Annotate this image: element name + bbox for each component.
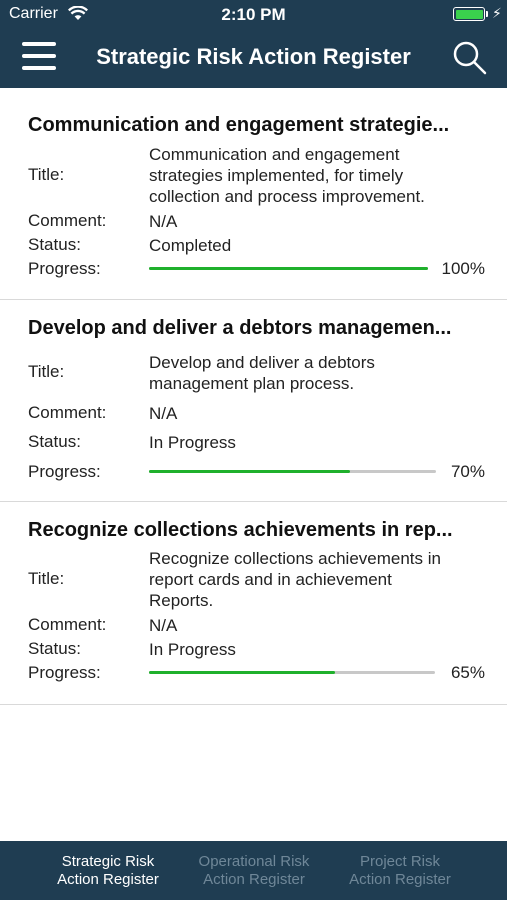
title-line: Reports. (149, 591, 214, 610)
action-card[interactable]: Communication and engagement strategie..… (0, 88, 507, 300)
status-value: In Progress (149, 640, 236, 659)
comment-value: N/A (149, 404, 178, 423)
battery-icon (453, 7, 485, 21)
tab-project-risk[interactable]: Project Risk Action Register (325, 841, 475, 900)
title-line: collection and process improvement. (149, 187, 425, 206)
title-line: management plan process. (149, 374, 355, 393)
charging-bolt-icon: ⚡ (492, 5, 502, 21)
status-value: In Progress (149, 433, 236, 452)
title-label: Title: (28, 362, 65, 381)
progress-percent: 70% (450, 462, 485, 481)
title-value: Develop and deliver a debtors management… (149, 352, 489, 394)
status-label: Status: (28, 235, 81, 254)
title-line: Communication and engagement (149, 145, 400, 164)
progress-bar (149, 671, 435, 674)
status-bar: Carrier 2:10 PM ⚡ (0, 0, 507, 30)
progress-bar (149, 470, 436, 473)
action-card[interactable]: Develop and deliver a debtors managemen.… (0, 300, 507, 502)
top-bar: Carrier 2:10 PM ⚡ Strategic Risk Action … (0, 0, 507, 88)
action-card[interactable]: Recognize collections achievements in re… (0, 502, 507, 705)
title-label: Title: (28, 569, 65, 588)
nav-bar: Strategic Risk Action Register (0, 30, 507, 88)
progress-bar-fill (149, 267, 428, 270)
title-line: Develop and deliver a debtors (149, 353, 375, 372)
progress-bar-fill (149, 470, 350, 473)
progress-label: Progress: (28, 259, 101, 278)
card-heading: Communication and engagement strategie..… (28, 114, 450, 136)
comment-label: Comment: (28, 403, 107, 422)
title-line: strategies implemented, for timely (149, 166, 404, 185)
progress-label: Progress: (28, 462, 101, 481)
progress-bar-fill (149, 671, 335, 674)
progress-percent: 100% (441, 259, 485, 278)
title-value: Recognize collections achievements in re… (149, 548, 489, 611)
title-value: Communication and engagement strategies … (149, 144, 489, 207)
action-list: Communication and engagement strategie..… (0, 88, 507, 705)
progress-bar (149, 267, 428, 270)
battery-tip (486, 11, 488, 17)
progress-percent: 65% (450, 663, 485, 682)
comment-label: Comment: (28, 615, 107, 634)
card-heading: Develop and deliver a debtors managemen.… (28, 317, 452, 339)
status-label: Status: (28, 432, 81, 451)
hamburger-menu-icon[interactable] (22, 40, 56, 74)
progress-label: Progress: (28, 663, 101, 682)
page-title: Strategic Risk Action Register (96, 44, 411, 69)
title-label: Title: (28, 165, 65, 184)
card-heading: Recognize collections achievements in re… (28, 519, 453, 541)
tab-label: Project Risk Action Register (349, 853, 451, 888)
status-value: Completed (149, 236, 232, 255)
search-icon[interactable] (452, 40, 488, 76)
tab-label: Strategic Risk Action Register (57, 853, 159, 888)
tab-label: Operational Risk Action Register (198, 853, 310, 888)
status-label: Status: (28, 639, 81, 658)
tab-operational-risk[interactable]: Operational Risk Action Register (179, 841, 329, 900)
comment-value: N/A (149, 616, 178, 635)
title-line: Recognize collections achievements in (149, 549, 441, 568)
comment-label: Comment: (28, 211, 107, 230)
tab-bar: Strategic Risk Action Register Operation… (0, 841, 507, 900)
comment-value: N/A (149, 212, 178, 231)
tab-strategic-risk[interactable]: Strategic Risk Action Register (33, 841, 183, 900)
clock: 2:10 PM (221, 5, 286, 24)
title-line: report cards and in achievement (149, 570, 392, 589)
